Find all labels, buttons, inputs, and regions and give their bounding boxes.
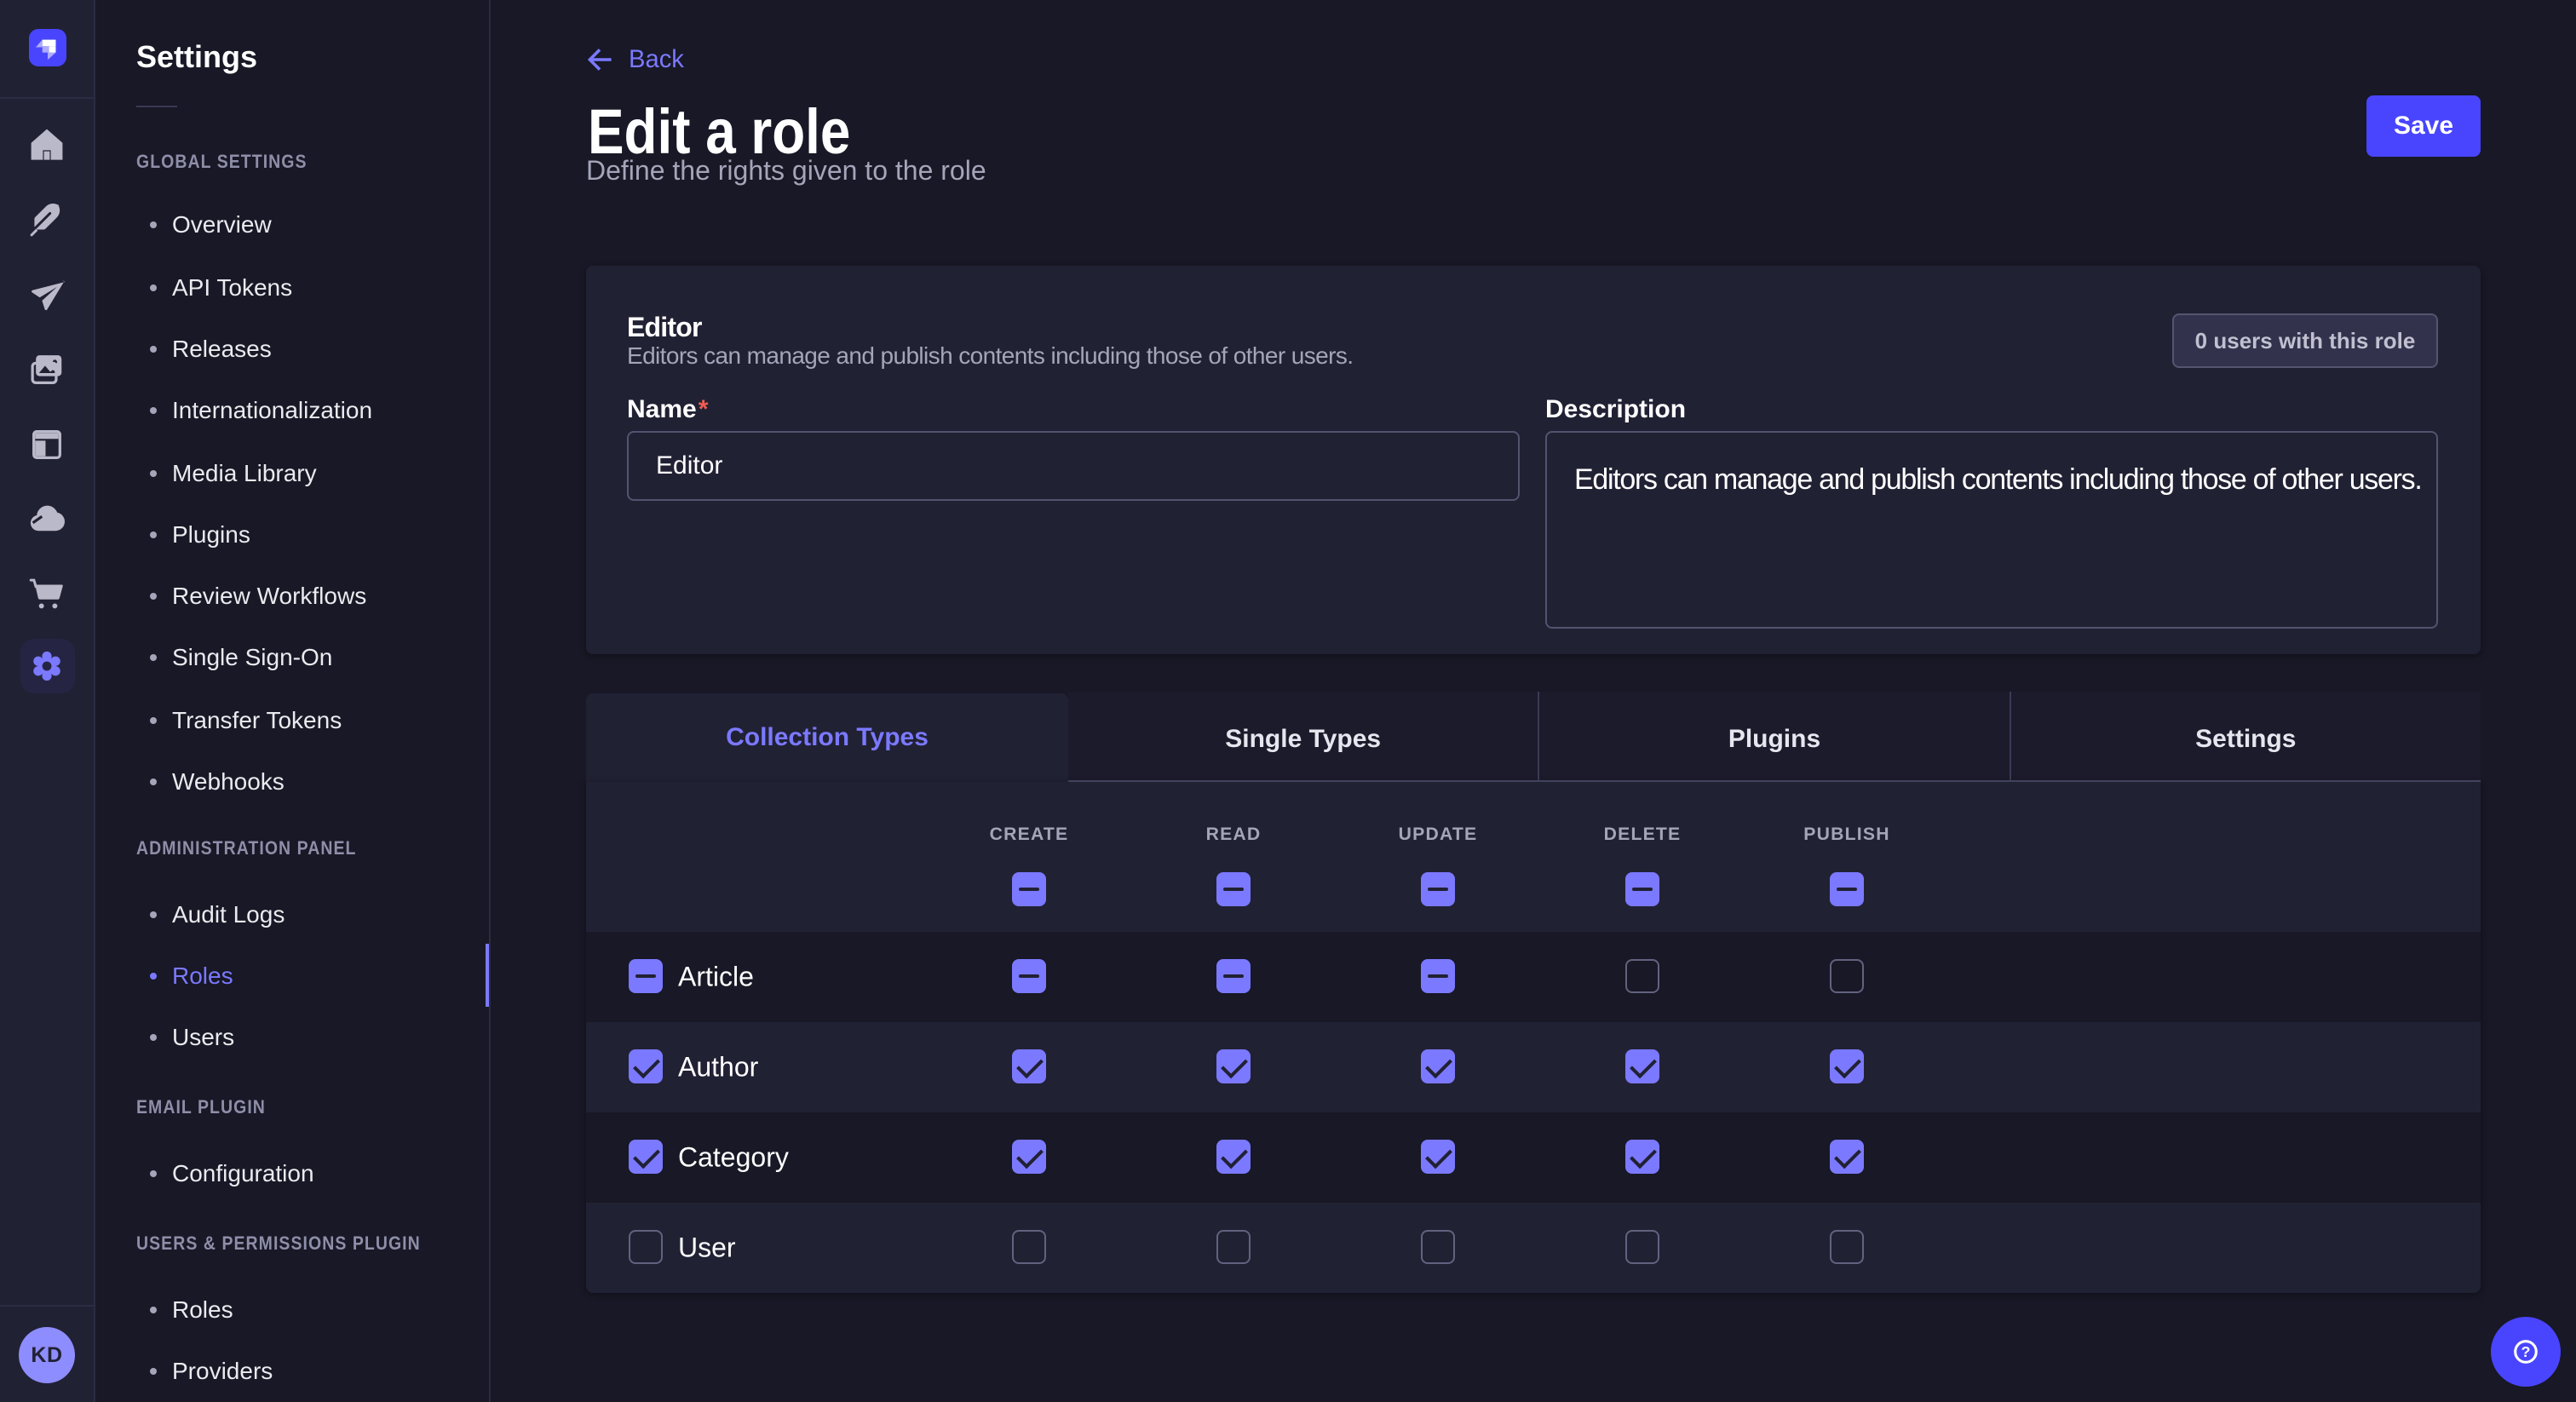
- svg-text:?: ?: [2521, 1343, 2531, 1360]
